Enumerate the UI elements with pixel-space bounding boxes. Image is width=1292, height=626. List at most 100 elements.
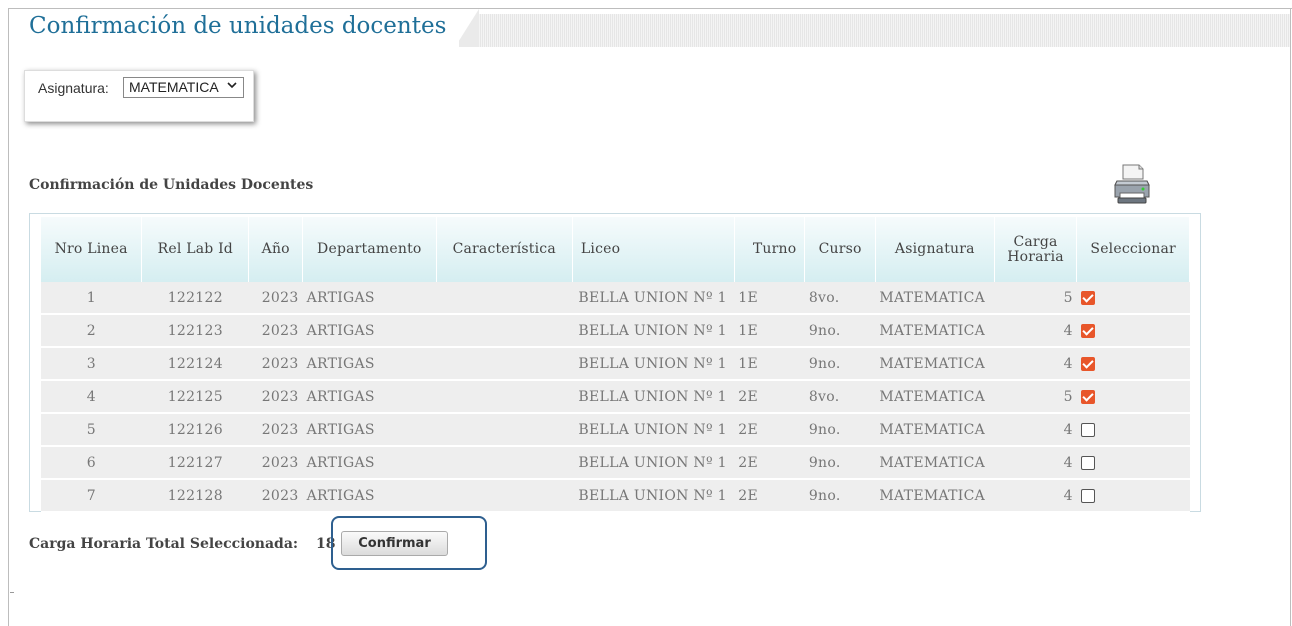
cell-departamento: ARTIGAS xyxy=(302,347,437,381)
subject-select-value: MATEMATICA xyxy=(129,79,219,95)
frame-right-border xyxy=(1290,8,1291,626)
select-checkbox[interactable] xyxy=(1080,356,1095,371)
cell-caracteristica xyxy=(436,380,573,414)
table-row: 2 122123 2023 ARTIGAS BELLA UNION Nº 1 1… xyxy=(41,314,1190,348)
subject-filter-label: Asignatura: xyxy=(38,80,109,96)
col-header-departamento: Departamento xyxy=(302,217,437,282)
cell-caracteristica xyxy=(436,413,573,447)
cell-carga-horaria: 5 xyxy=(994,380,1077,414)
cell-curso: 9no. xyxy=(804,413,876,447)
cell-turno: 2E xyxy=(734,479,805,513)
section-title: Confirmación de Unidades Docentes xyxy=(29,177,314,193)
col-header-liceo: Liceo xyxy=(572,217,735,282)
chevron-down-icon xyxy=(227,79,237,93)
table-row: 4 122125 2023 ARTIGAS BELLA UNION Nº 1 2… xyxy=(41,380,1190,414)
cell-departamento: ARTIGAS xyxy=(302,479,437,513)
cell-anio: 2023 xyxy=(248,282,303,315)
col-header-nro-linea: Nro Linea xyxy=(41,217,143,282)
cell-liceo: BELLA UNION Nº 1 xyxy=(572,380,735,414)
cell-nro: 7 xyxy=(41,479,142,513)
table-row: 6 122127 2023 ARTIGAS BELLA UNION Nº 1 2… xyxy=(41,446,1190,480)
cell-rel-lab-id: 122123 xyxy=(141,314,249,348)
col-header-curso: Curso xyxy=(804,217,876,282)
frame-left-border xyxy=(8,8,9,626)
cell-carga-horaria: 4 xyxy=(994,314,1077,348)
cell-asignatura: MATEMATICA xyxy=(875,446,995,480)
cell-carga-horaria: 4 xyxy=(994,413,1077,447)
cell-asignatura: MATEMATICA xyxy=(875,380,995,414)
table-row: 1 122122 2023 ARTIGAS BELLA UNION Nº 1 1… xyxy=(41,282,1190,315)
select-checkbox[interactable] xyxy=(1080,422,1095,437)
cell-curso: 9no. xyxy=(804,446,876,480)
select-checkbox[interactable] xyxy=(1080,389,1095,404)
cell-curso: 9no. xyxy=(804,314,876,348)
col-header-rel-lab-id: Rel Lab Id xyxy=(141,217,250,282)
select-checkbox[interactable] xyxy=(1080,290,1095,305)
table-header-row: Nro Linea Rel Lab Id Año Departamento Ca… xyxy=(41,217,1190,282)
cell-anio: 2023 xyxy=(248,479,303,513)
cell-caracteristica xyxy=(436,347,573,381)
cell-liceo: BELLA UNION Nº 1 xyxy=(572,314,735,348)
teaching-units-table: Nro Linea Rel Lab Id Año Departamento Ca… xyxy=(41,217,1190,513)
cell-departamento: ARTIGAS xyxy=(302,413,437,447)
cell-nro: 6 xyxy=(41,446,142,480)
cell-rel-lab-id: 122126 xyxy=(141,413,249,447)
cell-curso: 8vo. xyxy=(804,282,876,315)
cell-seleccionar xyxy=(1076,479,1190,513)
cell-nro: 2 xyxy=(41,314,142,348)
cell-carga-horaria: 4 xyxy=(994,446,1077,480)
title-bar-stripe xyxy=(478,14,1290,47)
table-row: 7 122128 2023 ARTIGAS BELLA UNION Nº 1 2… xyxy=(41,479,1190,513)
stray-mark xyxy=(10,592,14,593)
cell-seleccionar xyxy=(1076,413,1190,447)
select-checkbox[interactable] xyxy=(1080,323,1095,338)
cell-anio: 2023 xyxy=(248,314,303,348)
cell-caracteristica xyxy=(436,446,573,480)
cell-liceo: BELLA UNION Nº 1 xyxy=(572,282,735,315)
table-row: 3 122124 2023 ARTIGAS BELLA UNION Nº 1 1… xyxy=(41,347,1190,381)
cell-curso: 9no. xyxy=(804,479,876,513)
total-hours-label: Carga Horaria Total Seleccionada: xyxy=(29,536,299,552)
cell-turno: 1E xyxy=(734,347,805,381)
col-header-caracteristica: Característica xyxy=(436,217,573,282)
cell-liceo: BELLA UNION Nº 1 xyxy=(572,446,735,480)
cell-seleccionar xyxy=(1076,347,1190,381)
teaching-units-table-container: Nro Linea Rel Lab Id Año Departamento Ca… xyxy=(29,213,1201,513)
confirm-button[interactable]: Confirmar xyxy=(341,531,448,556)
subject-select[interactable]: MATEMATICA xyxy=(123,77,244,98)
select-checkbox[interactable] xyxy=(1080,488,1095,503)
cell-asignatura: MATEMATICA xyxy=(875,282,995,315)
cell-nro: 5 xyxy=(41,413,142,447)
subject-filter-panel: Asignatura: MATEMATICA xyxy=(24,70,254,122)
cell-turno: 2E xyxy=(734,446,805,480)
col-header-carga-horaria: Carga Horaria xyxy=(994,217,1078,282)
cell-liceo: BELLA UNION Nº 1 xyxy=(572,347,735,381)
page-title: Confirmación de unidades docentes xyxy=(29,13,447,39)
cell-caracteristica xyxy=(436,479,573,513)
cell-liceo: BELLA UNION Nº 1 xyxy=(572,479,735,513)
cell-liceo: BELLA UNION Nº 1 xyxy=(572,413,735,447)
cell-carga-horaria: 5 xyxy=(994,282,1077,315)
cell-carga-horaria: 4 xyxy=(994,347,1077,381)
cell-nro: 1 xyxy=(41,282,142,315)
cell-seleccionar xyxy=(1076,380,1190,414)
printer-icon[interactable] xyxy=(1114,163,1150,205)
cell-anio: 2023 xyxy=(248,446,303,480)
cell-rel-lab-id: 122127 xyxy=(141,446,249,480)
col-header-seleccionar: Seleccionar xyxy=(1076,217,1190,282)
col-header-turno: Turno xyxy=(734,217,806,282)
cell-seleccionar xyxy=(1076,314,1190,348)
cell-turno: 1E xyxy=(734,282,805,315)
cell-curso: 9no. xyxy=(804,347,876,381)
select-checkbox[interactable] xyxy=(1080,455,1095,470)
cell-curso: 8vo. xyxy=(804,380,876,414)
cell-caracteristica xyxy=(436,282,573,315)
cell-asignatura: MATEMATICA xyxy=(875,413,995,447)
cell-turno: 2E xyxy=(734,380,805,414)
cell-anio: 2023 xyxy=(248,347,303,381)
cell-asignatura: MATEMATICA xyxy=(875,479,995,513)
col-header-anio: Año xyxy=(248,217,304,282)
cell-seleccionar xyxy=(1076,446,1190,480)
cell-departamento: ARTIGAS xyxy=(302,282,437,315)
cell-departamento: ARTIGAS xyxy=(302,314,437,348)
